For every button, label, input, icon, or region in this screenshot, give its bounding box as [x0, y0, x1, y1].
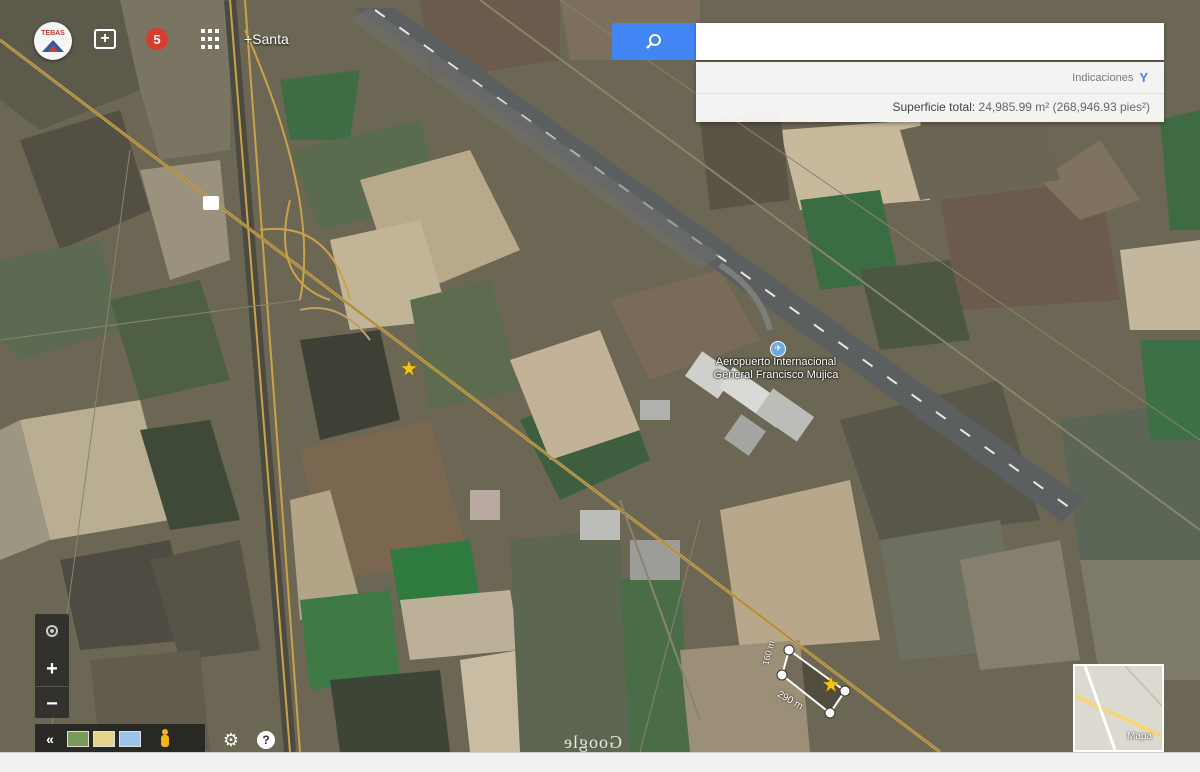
zoom-out-button[interactable]: −	[35, 686, 69, 721]
user-profile-link[interactable]: +Santa	[244, 31, 289, 47]
earth-thumb[interactable]	[119, 731, 141, 747]
airport-label-line2: General Francisco Mujica	[713, 369, 839, 381]
logo-text: TEBAS	[41, 30, 65, 37]
collapse-button[interactable]: «	[35, 731, 65, 747]
mini-map[interactable]: Mapa	[1073, 664, 1164, 752]
area-value: 24,985.99 m² (268,946.93 pies²)	[978, 100, 1150, 114]
logo-mark-icon	[42, 40, 64, 52]
notification-count: 5	[153, 31, 161, 47]
notification-badge[interactable]: 5	[146, 28, 168, 50]
search-input[interactable]	[696, 23, 1164, 60]
compass-button[interactable]	[35, 614, 69, 648]
apps-grid-icon[interactable]	[200, 29, 220, 49]
directions-icon: Y	[1139, 70, 1148, 85]
total-area-row: Superficie total: 24,985.99 m² (268,946.…	[892, 100, 1150, 114]
add-icon: +	[100, 30, 110, 47]
google-brand: Google	[563, 732, 622, 752]
directions-link[interactable]: Indicaciones Y	[1072, 70, 1148, 85]
search-icon	[646, 33, 661, 49]
airport-label[interactable]: Aeropuerto Internacional General Francis…	[706, 356, 846, 382]
help-button[interactable]: ?	[257, 731, 275, 749]
highway-shield	[203, 196, 219, 210]
app-logo[interactable]: TEBAS	[34, 22, 72, 60]
satellite-thumb[interactable]	[67, 731, 89, 747]
search-results-panel: Indicaciones Y Superficie total: 24,985.…	[696, 62, 1164, 122]
zoom-in-button[interactable]: +	[35, 652, 69, 686]
settings-gear-icon[interactable]: ⚙	[221, 730, 241, 750]
pegman-icon[interactable]	[159, 729, 171, 749]
mini-map-label: Mapa	[1126, 731, 1152, 742]
airport-label-line1: Aeropuerto Internacional	[715, 356, 837, 368]
search-button[interactable]	[612, 23, 696, 60]
panel-divider	[696, 93, 1164, 94]
bottom-strip	[0, 752, 1200, 772]
compass-icon	[46, 625, 58, 637]
area-label: Superficie total:	[892, 100, 976, 114]
layer-bar: «	[35, 724, 205, 754]
add-place-button[interactable]: +	[94, 29, 116, 49]
directions-label: Indicaciones	[1072, 71, 1134, 84]
airport-icon[interactable]: ✈	[770, 341, 786, 357]
terrain-thumb[interactable]	[93, 731, 115, 747]
